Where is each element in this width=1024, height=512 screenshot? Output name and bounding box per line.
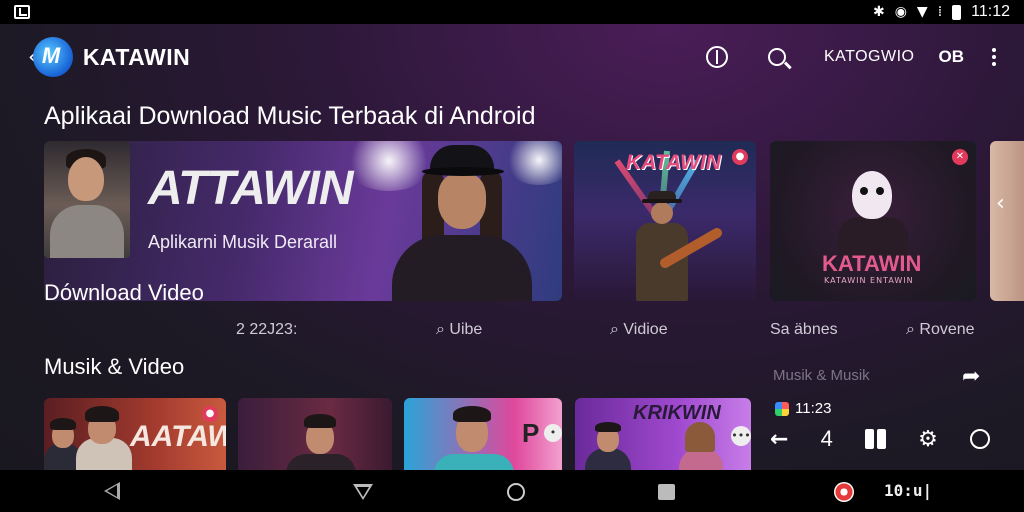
alarm-icon: ◉: [894, 4, 907, 20]
card-logo: KATAWIN: [822, 251, 922, 276]
track-number: 4: [820, 426, 833, 451]
wifi-icon: ▼: [916, 4, 928, 20]
nav-back-icon[interactable]: [104, 482, 120, 500]
chevron-left-icon[interactable]: ‹: [996, 191, 1005, 216]
card-logo: AATAWIN: [130, 420, 226, 453]
gear-icon[interactable]: ⚙: [918, 427, 938, 452]
top-app-bar: ‹ KATAWIN KATOGWIO OB: [0, 24, 1024, 90]
info-icon[interactable]: [705, 46, 728, 68]
download-section-title: Dównload Video: [44, 280, 204, 305]
brand-title: KATAWIN: [82, 43, 191, 70]
video-card[interactable]: KRIKWIN •••: [575, 398, 751, 470]
account-button[interactable]: OB: [939, 47, 965, 67]
nav-down-icon[interactable]: [353, 484, 373, 500]
signal-icon: ⁞: [937, 4, 943, 20]
search-icon[interactable]: [767, 48, 786, 66]
share-icon[interactable]: ➦: [962, 364, 980, 389]
close-icon[interactable]: ✕: [952, 149, 968, 165]
hero-subtitle: Aplikarni Musik Derarall: [148, 232, 338, 252]
video-card[interactable]: [238, 398, 392, 470]
more-options-icon[interactable]: •: [544, 424, 562, 442]
app-screen: ‹ KATAWIN KATOGWIO OB Aplikaai Download …: [0, 24, 1024, 470]
navigation-bar: 10:u|: [0, 470, 1024, 512]
nav-home-icon[interactable]: [507, 483, 525, 501]
music-card[interactable]: KATAWIN ●: [574, 141, 756, 301]
screen-record-icon[interactable]: [834, 482, 854, 502]
featured-section-title: Aplikaai Download Music Terbaak di Andro…: [44, 102, 536, 130]
card-subtitle: KATAWIN ENTAWIN: [824, 276, 914, 285]
notification-icon: [14, 5, 30, 19]
musik-section-title: Musik & Video: [44, 354, 185, 379]
meta-item[interactable]: ⌕ Uibe: [436, 321, 482, 339]
app-color-icon: [775, 401, 789, 416]
more-icon[interactable]: [992, 48, 996, 66]
arrow-left-icon[interactable]: ←: [770, 427, 788, 452]
meta-item[interactable]: Sa äbnes: [770, 321, 838, 339]
masked-artist-image: [838, 171, 908, 257]
bluetooth-icon: ✱: [872, 4, 885, 20]
hero-artist-image: [382, 145, 532, 301]
card-logo: KATAWIN: [626, 151, 721, 174]
nav-extra-label: 10:u|: [884, 481, 933, 500]
chat-icon[interactable]: [969, 429, 990, 449]
mini-player-status: 11:23: [775, 400, 831, 417]
music-card-partial[interactable]: ‹: [990, 141, 1024, 301]
video-card[interactable]: AATAWIN ●: [44, 398, 226, 470]
mini-player-label: Musik & Musik: [773, 367, 870, 384]
video-card[interactable]: P •: [404, 398, 562, 470]
music-card[interactable]: ✕ KATAWIN KATAWIN ENTAWIN: [770, 141, 976, 301]
card-badge-icon: ●: [202, 406, 218, 422]
status-icons: ✱ ◉ ▼ ⁞ 11:12: [873, 3, 1010, 21]
mini-player-controls: ← 4 ⚙: [770, 424, 990, 454]
hero-portrait-image: [44, 141, 130, 258]
category-button[interactable]: KATOGWIO: [824, 48, 915, 66]
more-options-icon[interactable]: •••: [731, 426, 751, 446]
card-logo: KRIKWIN: [633, 402, 721, 424]
nav-recents-icon[interactable]: [658, 484, 675, 500]
meta-item[interactable]: 2 22J23:: [236, 321, 297, 339]
pause-icon[interactable]: [864, 429, 886, 449]
mini-player-time: 11:23: [795, 400, 832, 417]
card-glyph: P: [522, 418, 540, 448]
status-bar: ✱ ◉ ▼ ⁞ 11:12: [0, 0, 1024, 24]
hero-banner[interactable]: ATTAWIN Aplikarni Musik Derarall: [44, 141, 562, 301]
top-actions: KATOGWIO OB: [705, 46, 996, 68]
meta-item[interactable]: ⌕ Vidioe: [610, 321, 668, 339]
hero-title: ATTAWIN: [148, 162, 353, 215]
battery-icon: [952, 4, 962, 20]
app-logo-icon[interactable]: [32, 37, 73, 77]
meta-item[interactable]: ⌕ Rovene: [906, 321, 975, 339]
status-time: 11:12: [971, 3, 1010, 20]
card-badge-icon: ●: [732, 149, 748, 165]
